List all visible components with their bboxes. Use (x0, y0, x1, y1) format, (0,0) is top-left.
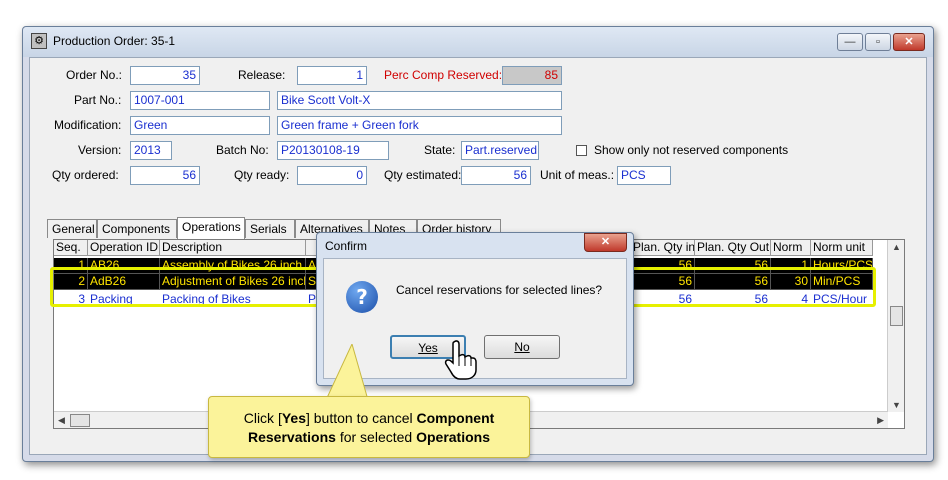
col-seq[interactable]: Seq. (54, 240, 88, 256)
part-desc-field: Bike Scott Volt-X (277, 91, 562, 110)
unit-label: Unit of meas.: (540, 168, 615, 182)
callout-text-3: for selected (335, 429, 417, 445)
part-no-label: Part No.: (74, 93, 122, 107)
perc-comp-label: Perc Comp Reserved: (384, 68, 503, 82)
minimize-button[interactable]: — (837, 33, 863, 51)
version-label: Version: (78, 143, 122, 157)
callout-text-2: ] button to cancel (305, 410, 417, 426)
window-title: Production Order: 35-1 (53, 34, 176, 48)
col-plan-qty-in[interactable]: Plan. Qty in (631, 240, 695, 256)
instruction-callout: Click [Yes] button to cancel Component R… (208, 396, 530, 458)
perc-comp-field: 85 (502, 66, 562, 85)
order-no-label: Order No.: (66, 68, 123, 82)
tab-components[interactable]: Components (97, 219, 177, 238)
question-icon: ? (346, 281, 378, 313)
no-button[interactable]: No (484, 335, 560, 359)
scroll-left-icon[interactable]: ◀ (58, 415, 65, 426)
callout-pointer (325, 344, 369, 400)
vertical-scrollbar[interactable]: ▲ ▼ (887, 240, 904, 412)
order-no-field[interactable]: 35 (130, 66, 200, 85)
release-label: Release: (238, 68, 286, 82)
close-button[interactable]: ✕ (893, 33, 925, 51)
no-button-label: No (514, 340, 530, 354)
version-field[interactable]: 2013 (130, 141, 172, 160)
qty-estimated-label: Qty estimated: (384, 168, 462, 182)
col-description[interactable]: Description (160, 240, 306, 256)
release-field[interactable]: 1 (297, 66, 367, 85)
part-no-field[interactable]: 1007-001 (130, 91, 270, 110)
callout-yes: Yes (281, 410, 306, 426)
modification-desc-field: Green frame + Green fork (277, 116, 562, 135)
callout-reservations: Reservations (248, 429, 336, 445)
callout-component: Component (416, 410, 495, 426)
callout-text-1: Click [ (243, 410, 282, 426)
qty-ready-field[interactable]: 0 (297, 166, 367, 185)
app-icon: ⚙ (31, 33, 47, 49)
state-label: State: (424, 143, 456, 157)
qty-estimated-field[interactable]: 56 (461, 166, 531, 185)
qty-ordered-field[interactable]: 56 (130, 166, 200, 185)
col-norm[interactable]: Norm (771, 240, 811, 256)
modification-label: Modification: (54, 118, 122, 132)
batch-no-label: Batch No: (216, 143, 269, 157)
col-operation-id[interactable]: Operation ID (88, 240, 160, 256)
modification-field[interactable]: Green (130, 116, 270, 135)
scroll-down-icon[interactable]: ▼ (892, 400, 901, 410)
vertical-scroll-thumb[interactable] (890, 306, 903, 326)
dialog-close-button[interactable]: ✕ (584, 233, 627, 252)
yes-button-label: Yes (418, 341, 438, 355)
qty-ready-label: Qty ready: (234, 168, 290, 182)
title-bar: ⚙ Production Order: 35-1 — ▫ ✕ (23, 27, 933, 57)
dialog-title: Confirm (325, 239, 368, 253)
show-only-label: Show only not reserved components (594, 143, 789, 157)
scroll-up-icon[interactable]: ▲ (892, 242, 901, 252)
hand-cursor-icon (444, 340, 477, 380)
tab-general[interactable]: General (47, 219, 97, 238)
dialog-message: Cancel reservations for selected lines? (396, 283, 603, 297)
unit-field[interactable]: PCS (617, 166, 671, 185)
callout-operations: Operations (416, 429, 490, 445)
tab-operations[interactable]: Operations (177, 217, 245, 239)
col-plan-qty-out[interactable]: Plan. Qty Out (695, 240, 771, 256)
qty-ordered-label: Qty ordered: (52, 168, 119, 182)
col-norm-unit[interactable]: Norm unit (811, 240, 873, 256)
maximize-button[interactable]: ▫ (865, 33, 891, 51)
tab-serials[interactable]: Serials (245, 219, 295, 238)
show-only-checkbox[interactable] (576, 145, 587, 156)
batch-no-field[interactable]: P20130108-19 (277, 141, 389, 160)
state-field: Part.reserved (461, 141, 539, 160)
horizontal-scroll-thumb[interactable] (70, 414, 90, 427)
scroll-right-icon[interactable]: ▶ (877, 415, 884, 426)
